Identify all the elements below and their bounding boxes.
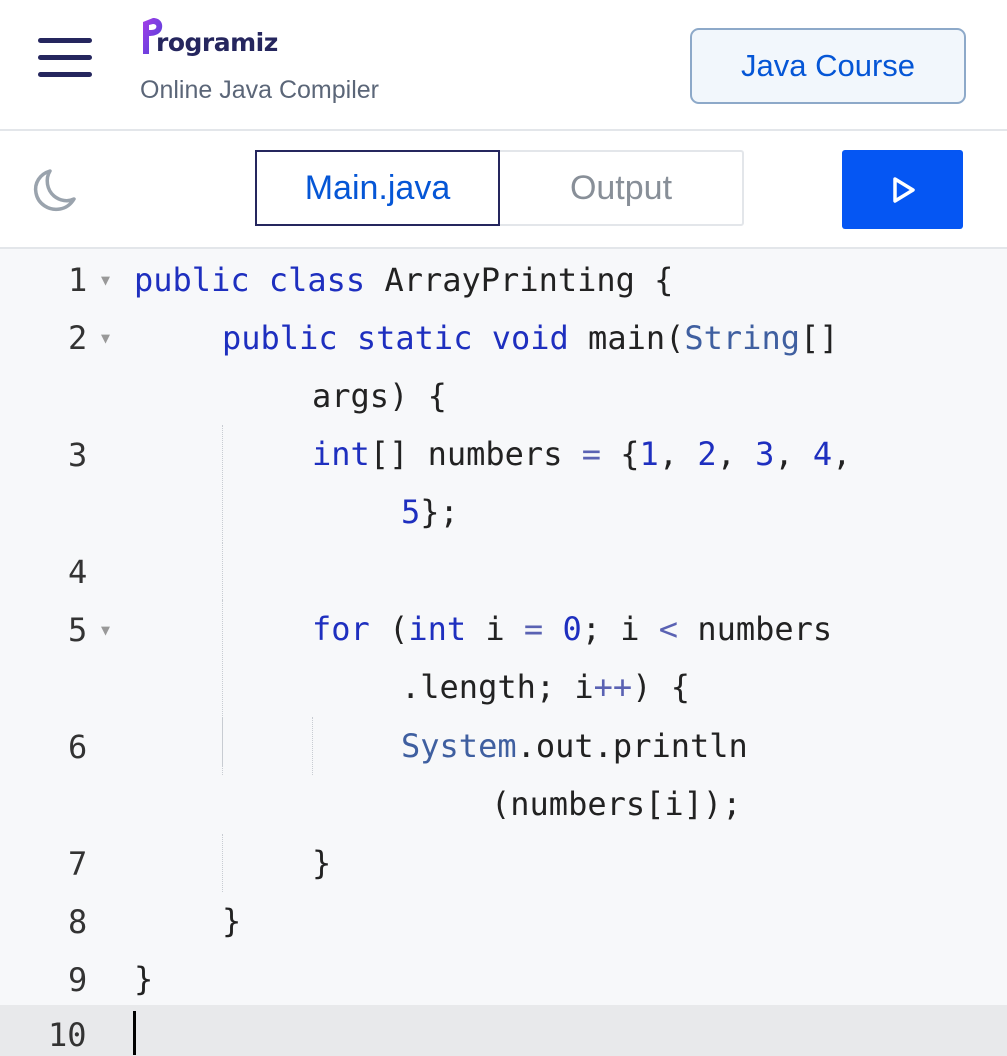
line-number: 2 [68,319,88,357]
code-line-6b: (numbers[i]); [491,785,742,823]
indent-guide [222,834,223,892]
code-line-5a: for (int i = 0; i < numbers [312,610,833,648]
active-line-highlight [0,1005,1007,1056]
brand-name: rogramiz [156,28,278,57]
code-line-2a: public static void main(String[] [222,319,839,357]
line-number: 10 [48,1016,87,1054]
site-header: rogramiz Online Java Compiler Java Cours… [0,0,1007,131]
code-line-7: } [312,844,332,882]
fold-arrow-icon[interactable]: ▼ [101,329,110,347]
code-line-3b: 5}; [401,493,459,531]
indent-guide [222,425,223,541]
line-number: 6 [68,728,88,766]
fold-arrow-icon[interactable]: ▼ [101,621,110,639]
run-button[interactable] [842,150,963,229]
file-tabs: Main.java Output [255,150,744,226]
line-number: 1 [68,261,88,299]
code-line-5b: .length; i++) { [401,668,690,706]
play-icon [892,176,915,203]
code-line-3a: int[] numbers = {1, 2, 3, 4, [312,435,852,473]
page-subtitle: Online Java Compiler [140,76,379,104]
editor-toolbar: Main.java Output [0,131,1007,249]
line-number: 3 [68,436,88,474]
tab-output[interactable]: Output [500,152,742,224]
line-number: 9 [68,961,88,999]
code-line-8: } [222,902,242,940]
code-line-9: } [134,960,154,998]
code-line-1: public class ArrayPrinting { [134,261,674,299]
code-line-6a: System.out.println [401,727,748,765]
line-number: 4 [68,553,88,591]
fold-arrow-icon[interactable]: ▼ [101,271,110,289]
indent-guide [222,542,223,600]
tab-main-java[interactable]: Main.java [255,150,500,226]
code-line-2b: args) { [312,377,447,415]
indent-guide [222,717,223,775]
compiler-page: rogramiz Online Java Compiler Java Cours… [0,0,1007,1056]
moon-icon[interactable] [28,165,80,217]
indent-guide [312,717,313,775]
menu-icon[interactable] [38,38,94,78]
text-cursor [133,1011,136,1055]
line-number: 7 [68,845,88,883]
java-course-button[interactable]: Java Course [690,28,966,104]
line-number: 8 [68,903,88,941]
line-number: 5 [68,611,88,649]
code-editor[interactable]: 1 2 3 4 5 6 7 8 9 10 ▼ ▼ ▼ public class … [0,249,1007,1056]
